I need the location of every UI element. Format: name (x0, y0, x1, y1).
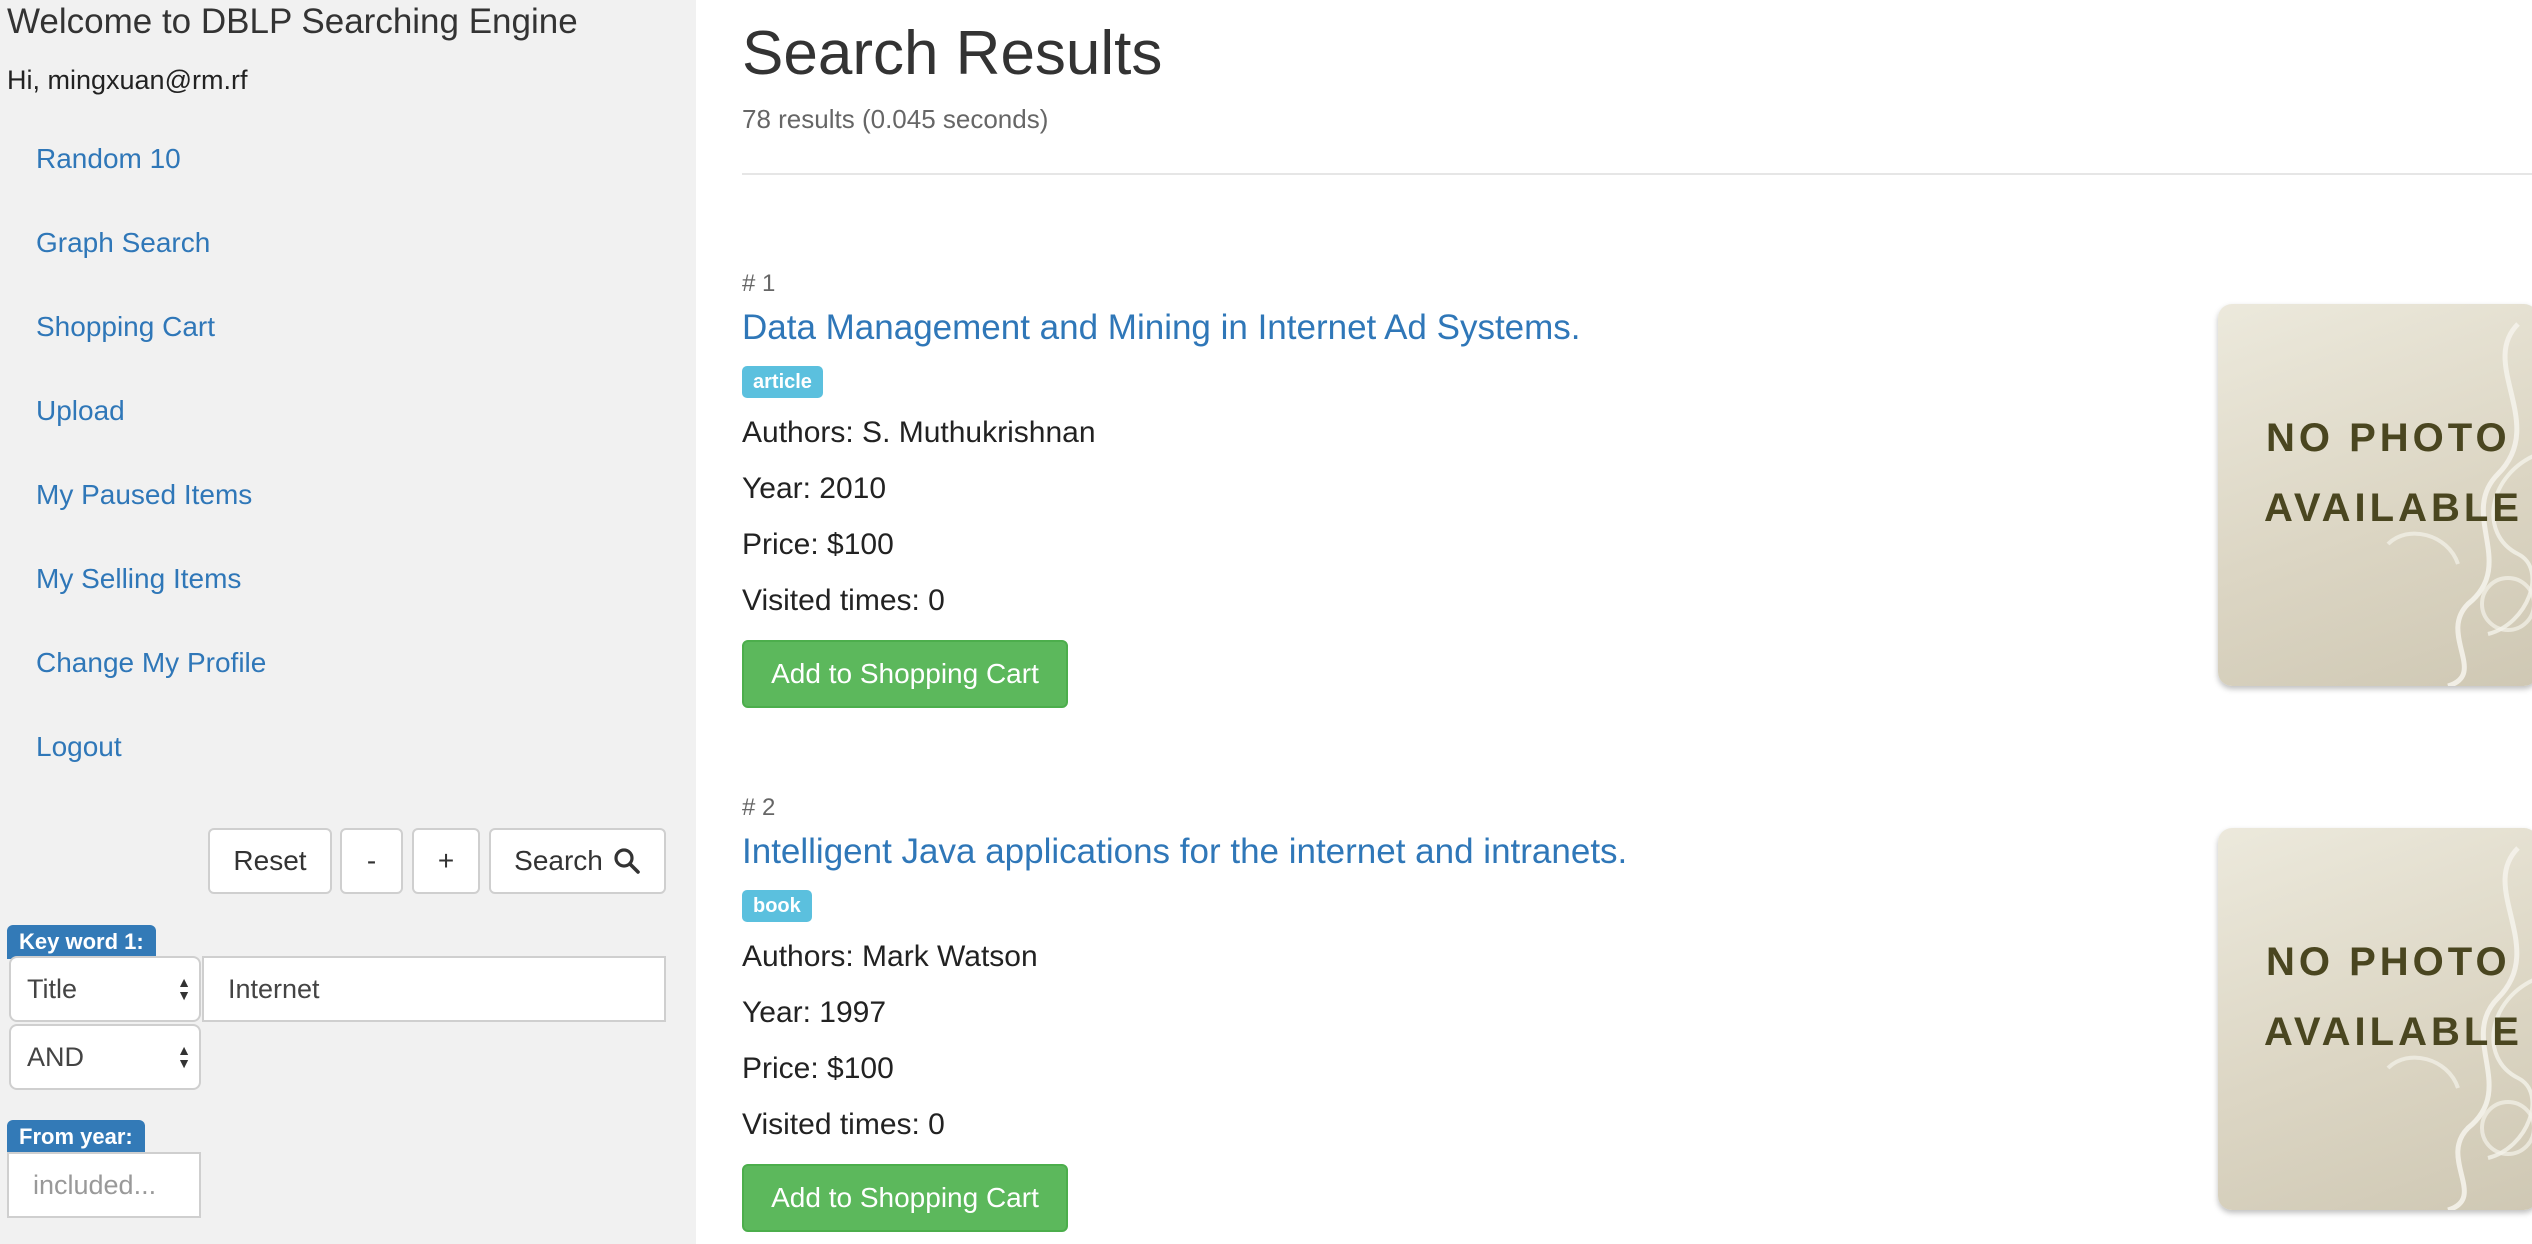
available-text: AVAILABLE (2264, 486, 2523, 530)
no-photo-image: NO PHOTO AVAILABLE (2218, 828, 2532, 1210)
available-text: AVAILABLE (2264, 1010, 2523, 1054)
type-badge: article (742, 366, 823, 398)
result-number: # 2 (742, 794, 776, 821)
page-title: Search Results (742, 19, 1163, 88)
search-button-label: Search (514, 845, 603, 876)
result-authors: Authors: S. Muthukrishnan (742, 416, 1096, 449)
keyword-field-select-value: Title (27, 973, 78, 1004)
add-keyword-button[interactable]: + (412, 828, 480, 894)
add-to-cart-button[interactable]: Add to Shopping Cart (742, 1164, 1068, 1232)
nav-shopping-cart[interactable]: Shopping Cart (0, 294, 696, 360)
result-stats: 78 results (0.045 seconds) (742, 104, 1049, 134)
operator-select-value: AND (27, 1041, 85, 1072)
no-photo-text: NO PHOTO (2266, 940, 2511, 984)
divider (742, 173, 2532, 175)
search-button[interactable]: Search (489, 828, 666, 894)
nav-change-my-profile[interactable]: Change My Profile (0, 630, 696, 696)
user-greeting: Hi, mingxuan@rm.rf (7, 65, 248, 95)
updown-arrows-icon: ▲ ▼ (177, 1042, 191, 1071)
nav-logout[interactable]: Logout (0, 714, 696, 780)
nav-random-10[interactable]: Random 10 (0, 126, 696, 192)
keyword-field-select[interactable]: Title ▲ ▼ (9, 956, 201, 1022)
nav-my-selling-items[interactable]: My Selling Items (0, 546, 696, 612)
from-year-label: From year: (7, 1120, 145, 1154)
add-to-cart-button[interactable]: Add to Shopping Cart (742, 640, 1068, 708)
type-badge: book (742, 890, 812, 922)
nav-graph-search[interactable]: Graph Search (0, 210, 696, 276)
sidebar-nav: Random 10 Graph Search Shopping Cart Upl… (0, 126, 696, 798)
site-title: Welcome to DBLP Searching Engine (7, 2, 578, 41)
result-year: Year: 2010 (742, 472, 887, 505)
result-price: Price: $100 (742, 528, 894, 561)
reset-button[interactable]: Reset (208, 828, 332, 894)
main-content: Search Results 78 results (0.045 seconds… (742, 0, 2532, 1244)
result-title-link[interactable]: Intelligent Java applications for the in… (742, 832, 1627, 872)
result-visited: Visited times: 0 (742, 1108, 945, 1141)
result-number: # 1 (742, 270, 776, 297)
updown-arrows-icon: ▲ ▼ (177, 974, 191, 1003)
from-year-input[interactable]: included... (7, 1152, 201, 1218)
no-photo-text: NO PHOTO (2266, 416, 2511, 460)
operator-select[interactable]: AND ▲ ▼ (9, 1024, 201, 1090)
result-item: # 1 Data Management and Mining in Intern… (742, 270, 2532, 710)
result-item: # 2 Intelligent Java applications for th… (742, 794, 2532, 1234)
keyword-1-label: Key word 1: (7, 925, 156, 959)
keyword-1-input[interactable]: Internet (202, 956, 666, 1022)
nav-my-paused-items[interactable]: My Paused Items (0, 462, 696, 528)
search-icon (613, 847, 641, 875)
remove-keyword-button[interactable]: - (340, 828, 403, 894)
result-title-link[interactable]: Data Management and Mining in Internet A… (742, 308, 1581, 348)
result-visited: Visited times: 0 (742, 584, 945, 617)
result-year: Year: 1997 (742, 996, 887, 1029)
result-price: Price: $100 (742, 1052, 894, 1085)
sidebar: Welcome to DBLP Searching Engine Hi, min… (0, 0, 696, 1244)
nav-upload[interactable]: Upload (0, 378, 696, 444)
no-photo-image: NO PHOTO AVAILABLE (2218, 304, 2532, 686)
result-authors: Authors: Mark Watson (742, 940, 1038, 973)
